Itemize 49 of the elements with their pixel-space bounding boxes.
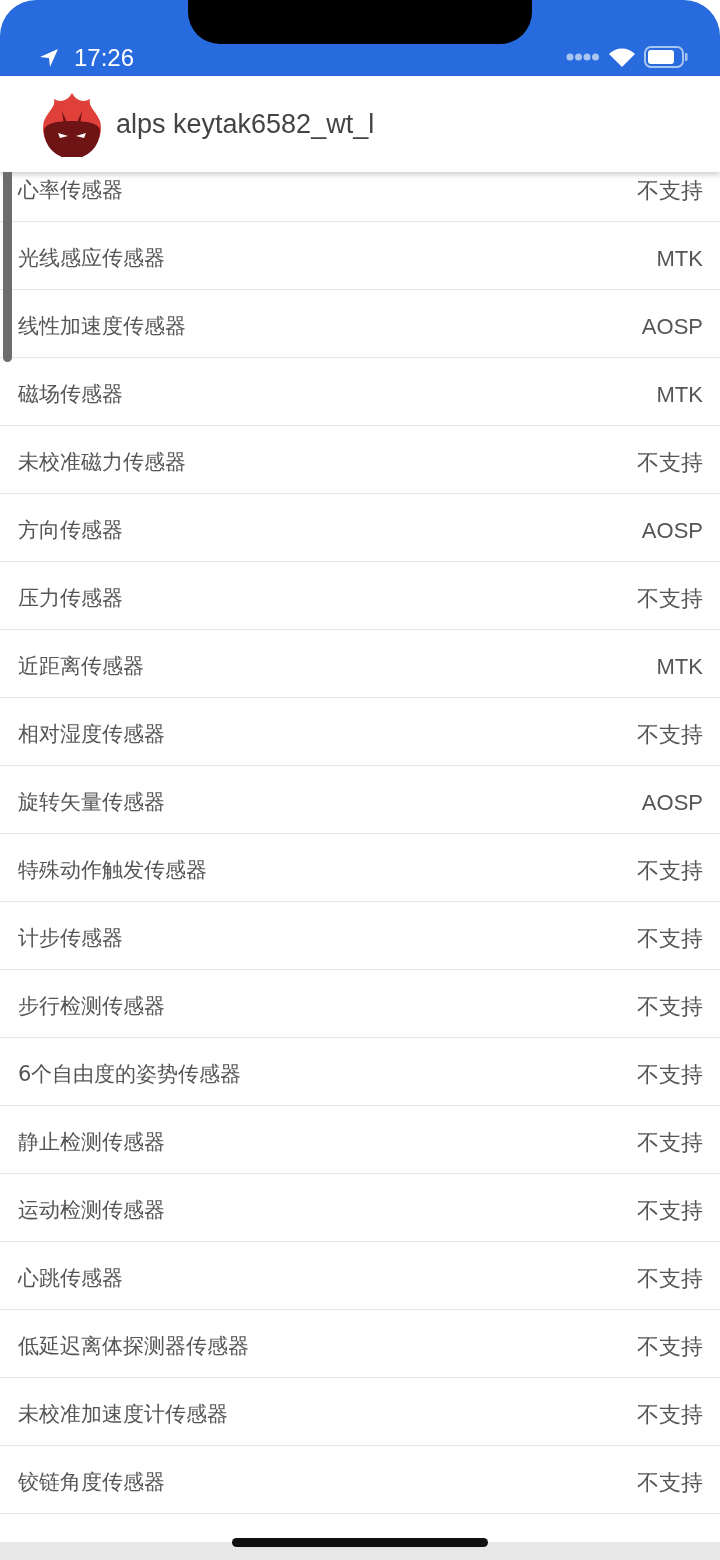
sensor-name: 光线感应传感器	[18, 245, 165, 272]
home-indicator[interactable]	[232, 1538, 488, 1547]
sensor-name: 特殊动作触发传感器	[18, 857, 207, 884]
sensor-name: 6个自由度的姿势传感器	[18, 1061, 242, 1088]
sensor-value: 不支持	[637, 177, 703, 205]
sensor-name: 压力传感器	[18, 585, 123, 612]
flame-logo-icon	[40, 91, 104, 157]
sensor-name: 线性加速度传感器	[18, 313, 186, 340]
status-time: 17:26	[74, 44, 135, 72]
sensor-value: 不支持	[637, 1469, 703, 1497]
signal-dots-icon	[566, 53, 600, 61]
sensor-value: 不支持	[637, 1129, 703, 1157]
sensor-name: 旋转矢量传感器	[18, 789, 165, 816]
sensor-name: 未校准加速度计传感器	[18, 1401, 228, 1428]
sensor-value: 不支持	[637, 585, 703, 613]
sensor-name: 铰链角度传感器	[18, 1469, 165, 1496]
sensor-name: 磁场传感器	[18, 381, 123, 408]
sensor-value: 不支持	[637, 925, 703, 953]
sensor-value: MTK	[656, 381, 703, 409]
sensor-name: 运动检测传感器	[18, 1197, 165, 1224]
scrollbar[interactable]	[3, 172, 12, 362]
device-title: alps keytak6582_wt_l	[116, 108, 375, 140]
sensor-name: 心跳传感器	[18, 1265, 123, 1292]
sensor-value: 不支持	[637, 721, 703, 749]
wifi-icon	[608, 46, 636, 68]
sensor-value: 不支持	[637, 1197, 703, 1225]
sensor-value: 不支持	[637, 1333, 703, 1361]
sensor-value: 不支持	[637, 1401, 703, 1429]
sensor-name: 相对湿度传感器	[18, 721, 165, 748]
sensor-value: MTK	[656, 653, 703, 681]
sensor-name: 步行检测传感器	[18, 993, 165, 1020]
sensor-name: 静止检测传感器	[18, 1129, 165, 1156]
battery-icon	[644, 46, 688, 68]
sensor-name: 低延迟离体探测器传感器	[18, 1333, 249, 1360]
sensor-value: 不支持	[637, 1265, 703, 1293]
sensor-value: 不支持	[637, 449, 703, 477]
sensor-value: AOSP	[641, 517, 703, 545]
sensor-value: 不支持	[637, 993, 703, 1021]
sensor-name: 心率传感器	[18, 177, 123, 204]
sensor-value: MTK	[656, 245, 703, 273]
sensor-value: 不支持	[637, 857, 703, 885]
sensor-name: 近距离传感器	[18, 653, 144, 680]
sensor-name: 未校准磁力传感器	[18, 449, 186, 476]
sensor-value: 不支持	[637, 1061, 703, 1089]
location-arrow-icon	[38, 47, 60, 69]
sensor-value: AOSP	[641, 789, 703, 817]
sensor-value: AOSP	[641, 313, 703, 341]
sensor-name: 方向传感器	[18, 517, 123, 544]
sensor-name: 计步传感器	[18, 925, 123, 952]
